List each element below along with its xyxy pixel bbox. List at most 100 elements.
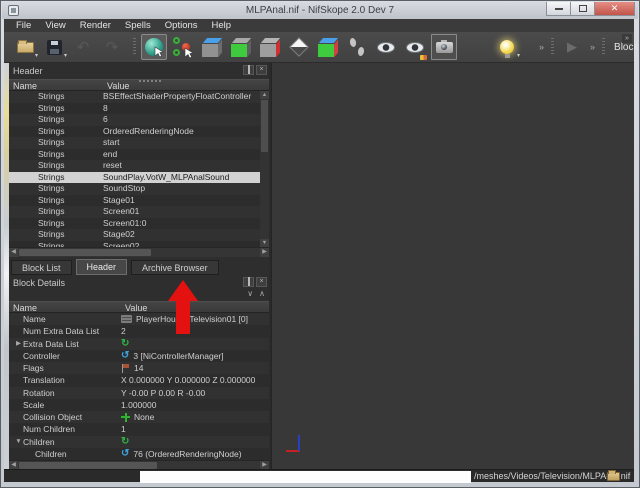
header-dock-titlebar[interactable]: Header × [9, 63, 269, 79]
dock-float-button[interactable] [243, 65, 254, 75]
details-table-row[interactable]: Num Children1 [9, 423, 269, 435]
toolbar-overflow-button[interactable]: » [622, 34, 632, 43]
minimize-button[interactable] [546, 2, 571, 16]
dropdown-caret-icon: ▾ [35, 53, 38, 59]
toolbar-drag-handle[interactable] [133, 38, 136, 56]
undo-button[interactable]: ↶ [70, 34, 96, 60]
lightbulb-icon [500, 40, 514, 54]
details-table-head[interactable]: Name Value [9, 301, 269, 313]
scrollbar-thumb[interactable] [19, 462, 157, 469]
menu-render[interactable]: Render [73, 19, 118, 32]
header-table-row[interactable]: Stringsreset [9, 160, 269, 172]
tab-block-list[interactable]: Block List [11, 260, 72, 275]
chevron-down-icon[interactable]: ∨ [247, 289, 253, 298]
show-collision-button[interactable] [228, 34, 254, 60]
view-eye-button[interactable] [373, 34, 399, 60]
show-hidden-button[interactable] [315, 34, 341, 60]
expand-arrow-icon[interactable]: ▶ [14, 338, 23, 350]
splitter-handle[interactable] [139, 80, 163, 82]
menubar: FileViewRenderSpellsOptionsHelp [4, 19, 634, 32]
scroll-right-icon[interactable]: ▶ [260, 248, 269, 257]
titlebar[interactable]: MLPAnal.nif - NifSkope 2.0 Dev 7 ✕ [2, 2, 638, 19]
menu-help[interactable]: Help [205, 19, 239, 32]
menu-spells[interactable]: Spells [118, 19, 158, 32]
scrollbar-thumb[interactable] [19, 249, 151, 256]
details-table-row[interactable]: Flags14 [9, 362, 269, 374]
header-table-row[interactable]: StringsScreen01 [9, 206, 269, 218]
block-details-dock: Block Details × ∨ ∧ Name Value Nam [9, 275, 269, 470]
header-table-row[interactable]: StringsOrderedRenderingNode [9, 126, 269, 138]
scroll-up-icon[interactable]: ▲ [260, 91, 269, 99]
scroll-left-icon[interactable]: ◀ [9, 248, 18, 257]
save-file-button[interactable]: ▾ [41, 34, 67, 60]
header-table-row[interactable]: Strings8 [9, 103, 269, 115]
header-table-row[interactable]: StringsStage02 [9, 229, 269, 241]
animation-walk-button[interactable] [344, 34, 370, 60]
menu-options[interactable]: Options [158, 19, 205, 32]
show-constraints-button[interactable] [257, 34, 283, 60]
tab-header[interactable]: Header [76, 259, 128, 275]
row-value: Screen01:0 [103, 218, 269, 230]
details-table-row[interactable]: Num Extra Data List2 [9, 325, 269, 337]
row-name: Name [23, 313, 46, 325]
flag-icon [121, 364, 130, 373]
header-horizontal-scrollbar[interactable]: ◀ ▶ [9, 247, 269, 257]
app-icon [8, 5, 19, 16]
select-vertex-mode-button[interactable] [170, 34, 196, 60]
redo-button[interactable]: ↷ [99, 34, 125, 60]
details-table-row[interactable]: Scale1.000000 [9, 399, 269, 411]
toolbar-drag-handle[interactable] [602, 38, 605, 56]
tab-archive-browser[interactable]: Archive Browser [131, 260, 219, 275]
menu-view[interactable]: View [38, 19, 72, 32]
maximize-button[interactable] [571, 2, 595, 16]
scroll-down-icon[interactable]: ▼ [260, 239, 269, 247]
header-table-row[interactable]: StringsStage01 [9, 195, 269, 207]
open-file-button[interactable]: ▾ [12, 34, 38, 60]
block-list-combo[interactable]: Block List [614, 42, 640, 53]
details-table-row[interactable]: Controller↺3 [NiControllerManager] [9, 350, 269, 362]
header-table-row[interactable]: StringsSoundStop [9, 183, 269, 195]
row-value: Screen01 [103, 206, 269, 218]
row-name: Extra Data List [23, 338, 79, 350]
row-name: Strings [9, 126, 103, 138]
details-dock-titlebar[interactable]: Block Details × [9, 275, 269, 291]
details-table-row[interactable]: ▶Extra Data List↻ [9, 338, 269, 350]
header-table-row[interactable]: StringsScreen01:0 [9, 218, 269, 230]
dock-close-button[interactable]: × [256, 277, 267, 287]
dock-float-button[interactable] [243, 277, 254, 287]
select-object-mode-button[interactable] [141, 34, 167, 60]
header-table-row[interactable]: Stringsend [9, 149, 269, 161]
details-table-row[interactable]: Collision Object None [9, 411, 269, 423]
viewport-3d[interactable] [271, 63, 634, 469]
view-textures-button[interactable] [402, 34, 428, 60]
show-markers-button[interactable] [286, 34, 312, 60]
folder-icon[interactable] [607, 472, 620, 481]
header-table-row[interactable]: Stringsstart [9, 137, 269, 149]
collapse-arrow-icon[interactable]: ▼ [14, 436, 23, 448]
column-name: Name [13, 303, 37, 313]
details-table-row[interactable]: ▼Children↻ [9, 436, 269, 448]
vertex-ring-icon [173, 37, 180, 44]
menu-file[interactable]: File [9, 19, 38, 32]
lighting-button[interactable]: ▾ [494, 34, 520, 60]
screenshot-button[interactable] [431, 34, 457, 60]
row-value: None [134, 411, 154, 423]
header-table-row[interactable]: StringsBSEffectShaderPropertyFloatContro… [9, 91, 269, 103]
show-nodes-button[interactable] [199, 34, 225, 60]
details-table-row[interactable]: Children↺76 (OrderedRenderingNode) [9, 448, 269, 460]
details-table-row[interactable]: TranslationX 0.000000 Y 0.000000 Z 0.000… [9, 374, 269, 386]
close-button[interactable]: ✕ [595, 2, 635, 16]
header-table-row[interactable]: StringsSoundPlay.VotW_MLPAnalSound [9, 172, 269, 184]
row-name: Collision Object [23, 411, 82, 423]
play-icon: ▶ [567, 39, 577, 55]
play-animation-button[interactable]: ▶ [559, 34, 585, 60]
chevron-up-icon[interactable]: ∧ [259, 289, 265, 298]
details-table-row[interactable]: NamePlayerHouse_Television01 [0] [9, 313, 269, 325]
row-name: Strings [9, 206, 103, 218]
header-table-row[interactable]: Strings6 [9, 114, 269, 126]
row-value: 3 [NiControllerManager] [133, 350, 223, 362]
header-vertical-scrollbar[interactable]: ▲ ▼ [260, 91, 269, 247]
toolbar-drag-handle[interactable] [551, 38, 554, 56]
details-table-row[interactable]: RotationY -0.00 P 0.00 R -0.00 [9, 387, 269, 399]
dock-close-button[interactable]: × [256, 65, 267, 75]
